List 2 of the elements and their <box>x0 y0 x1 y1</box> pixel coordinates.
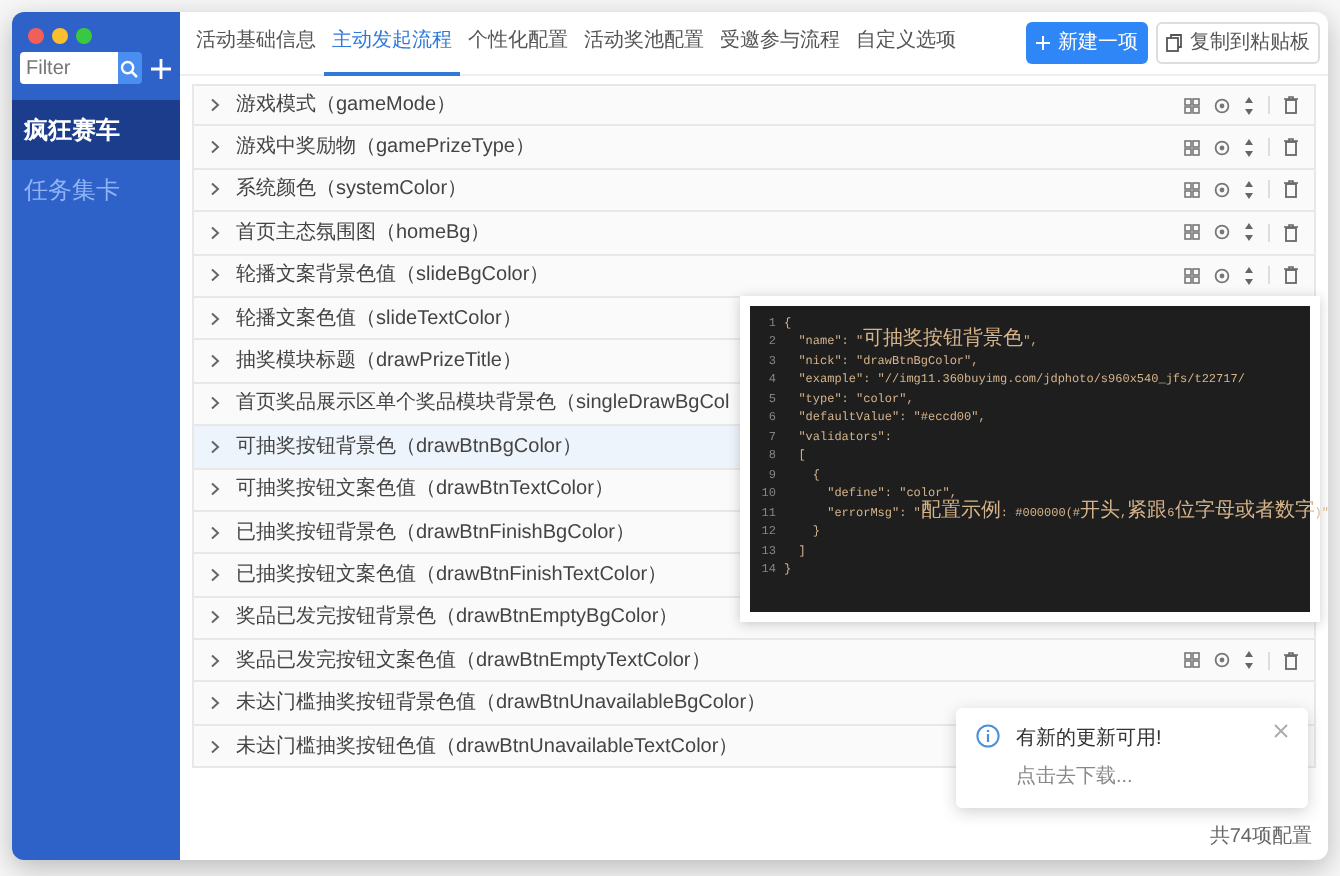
item-count: 共74项配置 <box>1209 823 1312 852</box>
notification-title: 有新的更新可用! <box>1016 725 1164 754</box>
